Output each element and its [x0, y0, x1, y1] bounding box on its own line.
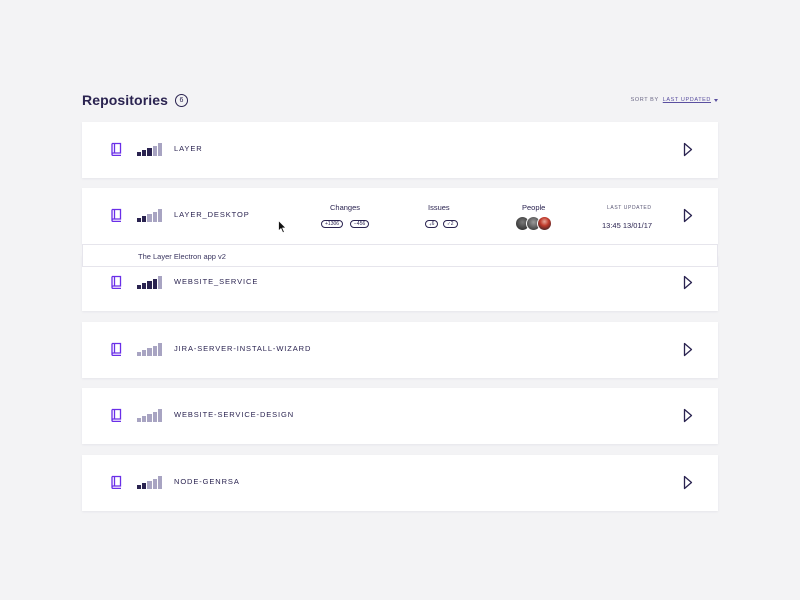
signal-bar [147, 481, 152, 489]
last-updated-label: LAST UPDATED [607, 205, 652, 211]
avatar[interactable] [537, 216, 552, 231]
changes-deletions-badge: −456 [350, 220, 370, 228]
activity-signal-bars [137, 209, 163, 222]
repo-description-bar: The Layer Electron app v2 [82, 244, 718, 267]
signal-bar [157, 143, 162, 156]
signal-bar [152, 479, 157, 489]
signal-bar [142, 283, 147, 289]
chevron-right-icon[interactable] [683, 475, 693, 490]
signal-bar [157, 476, 162, 489]
signal-bar [147, 348, 152, 356]
last-updated-value: 13:45 13/01/17 [602, 221, 653, 230]
issues-open-badge: +6 [425, 220, 439, 228]
chevron-right-icon[interactable] [683, 408, 693, 423]
repo-card-layer-desktop[interactable]: LAYER_DESKTOP Changes +1306 −456 Issues … [82, 188, 718, 244]
repo-card-node-genrsa[interactable]: NODE-GENRSA [82, 455, 718, 511]
signal-bar [152, 346, 157, 356]
issues-closed-count: 2 [450, 221, 454, 227]
book-icon [111, 342, 122, 356]
changes-label: Changes [330, 203, 361, 212]
signal-bar [137, 218, 142, 222]
sort-value[interactable]: LAST UPDATED [663, 97, 711, 103]
signal-bar [147, 148, 152, 156]
signal-bar [157, 276, 162, 289]
signal-bar [137, 152, 142, 156]
people-label: People [522, 203, 546, 212]
signal-bar [157, 409, 162, 422]
signal-bar [142, 483, 147, 489]
signal-bar [152, 146, 157, 156]
signal-bar [137, 352, 142, 356]
repository-count-badge: 6 [175, 93, 188, 107]
repo-card-layer[interactable]: LAYER [82, 122, 718, 178]
title-group: Repositories 6 [82, 92, 188, 108]
signal-bar [142, 416, 147, 422]
issues-label: Issues [428, 203, 450, 212]
repo-card-jira-server-install-wizard[interactable]: JIRA-SERVER-INSTALL-WIZARD [82, 322, 718, 378]
book-icon [111, 475, 122, 489]
activity-signal-bars [137, 343, 163, 356]
chevron-right-icon[interactable] [683, 142, 693, 157]
signal-bar [142, 216, 147, 222]
activity-signal-bars [137, 276, 163, 289]
signal-bar [147, 281, 152, 289]
signal-bar [147, 214, 152, 222]
mouse-cursor-icon [278, 220, 287, 234]
repo-name[interactable]: JIRA-SERVER-INSTALL-WIZARD [174, 344, 311, 353]
book-icon [111, 142, 122, 156]
activity-signal-bars [137, 143, 163, 156]
signal-bar [137, 485, 142, 489]
repo-name[interactable]: WEBSITE-SERVICE-DESIGN [174, 410, 294, 419]
book-icon [111, 275, 122, 289]
repo-name[interactable]: NODE-GENRSA [174, 477, 240, 486]
chevron-right-icon[interactable] [683, 342, 693, 357]
repo-name[interactable]: LAYER_DESKTOP [174, 210, 250, 219]
signal-bar [142, 350, 147, 356]
page-title: Repositories [82, 92, 168, 108]
repo-name[interactable]: LAYER [174, 144, 203, 153]
signal-bar [152, 412, 157, 422]
repo-description: The Layer Electron app v2 [138, 252, 226, 261]
book-icon [111, 208, 122, 222]
repo-card-website-service-design[interactable]: WEBSITE-SERVICE-DESIGN [82, 388, 718, 444]
activity-signal-bars [137, 476, 163, 489]
signal-bar [137, 418, 142, 422]
issues-open-count: 6 [431, 221, 435, 227]
repositories-header: Repositories 6 SORT BY LAST UPDATED [82, 90, 718, 110]
signal-bar [152, 279, 157, 289]
changes-additions-badge: +1306 [321, 220, 344, 228]
signal-bar [147, 414, 152, 422]
book-icon [111, 408, 122, 422]
caret-down-icon[interactable] [714, 98, 718, 102]
sort-control[interactable]: SORT BY LAST UPDATED [631, 97, 718, 103]
activity-signal-bars [137, 409, 163, 422]
sort-label: SORT BY [630, 97, 659, 103]
signal-bar [157, 343, 162, 356]
signal-bar [142, 150, 147, 156]
signal-bar [157, 209, 162, 222]
repo-name[interactable]: WEBSITE_SERVICE [174, 277, 258, 286]
chevron-right-icon[interactable] [683, 275, 693, 290]
chevron-right-icon[interactable] [683, 208, 693, 223]
issues-closed-badge: ✓ 2 [443, 220, 458, 228]
signal-bar [137, 285, 142, 289]
signal-bar [152, 212, 157, 222]
